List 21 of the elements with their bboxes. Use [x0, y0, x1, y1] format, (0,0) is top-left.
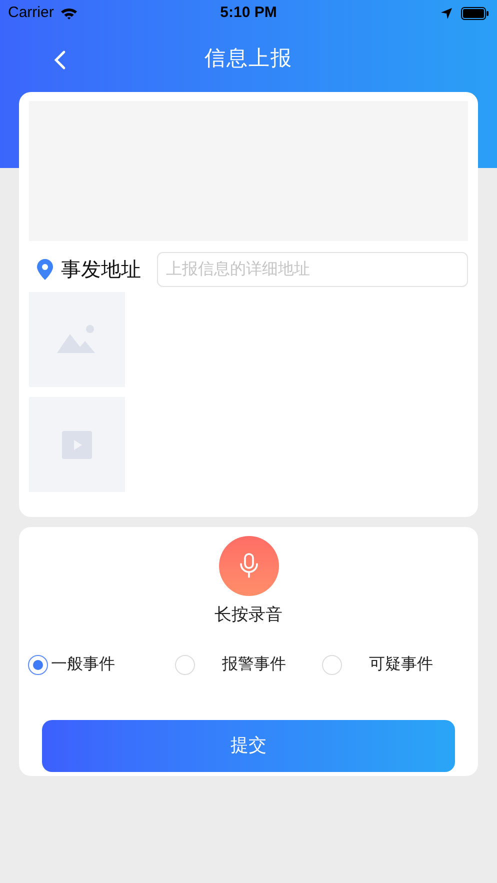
radio-icon [175, 654, 195, 674]
event-type-radio[interactable]: 报警事件 [175, 652, 322, 676]
wifi-icon [60, 6, 78, 20]
address-field[interactable]: 上报信息的详细地址 [157, 252, 468, 287]
microphone-icon [238, 553, 258, 579]
record-hint: 长按录音 [214, 604, 282, 626]
battery-icon [461, 6, 489, 20]
event-type-radio[interactable]: 可疑事件 [322, 652, 469, 676]
page-title: 信息上报 [204, 46, 292, 72]
radio-icon [28, 654, 48, 674]
address-label: 事发地址 [61, 258, 142, 282]
add-image-tile[interactable] [29, 292, 125, 387]
add-video-tile[interactable] [29, 397, 125, 492]
back-icon [54, 50, 66, 70]
event-type-radio[interactable]: 一般事件 [28, 652, 175, 676]
submit-button[interactable]: 提交 [42, 720, 455, 772]
radio-icon [322, 654, 342, 674]
carrier-name: Carrier [8, 2, 54, 23]
location-pin-icon [37, 258, 53, 280]
location-arrow-icon [440, 6, 453, 20]
status-time: 5:10 PM [219, 2, 278, 23]
